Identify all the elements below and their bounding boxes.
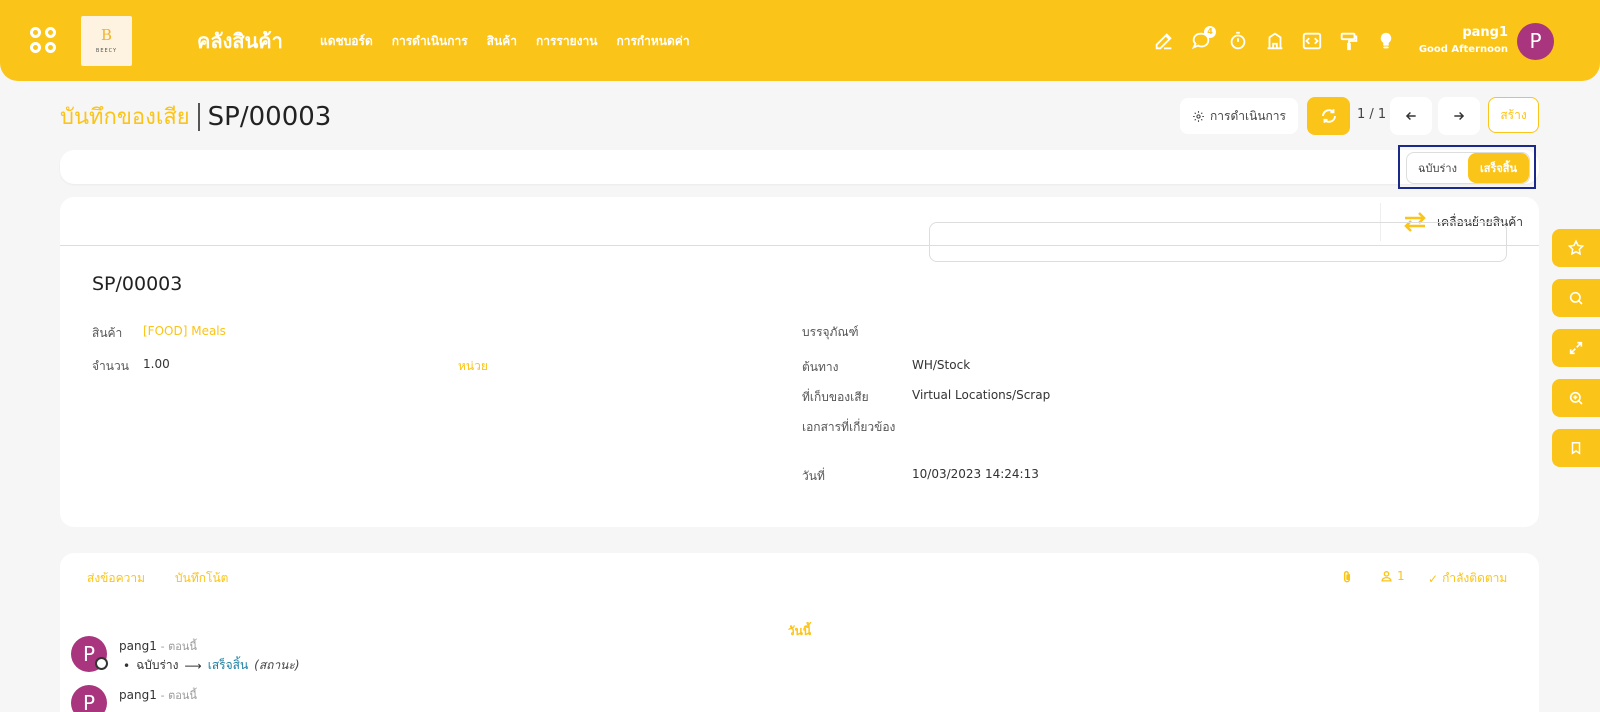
user-greeting: Good Afternoon bbox=[1418, 44, 1508, 55]
actions-button[interactable]: การดำเนินการ bbox=[1180, 98, 1298, 134]
next-button[interactable] bbox=[1438, 97, 1480, 135]
breadcrumb-current: SP/00003 bbox=[207, 101, 332, 132]
breadcrumb-parent[interactable]: บันทึกของเสีย bbox=[60, 99, 190, 134]
source-document-label: เอกสารที่เกี่ยวข้อง bbox=[802, 420, 896, 434]
nav-item-configuration[interactable]: การกำหนดค่า bbox=[616, 32, 689, 51]
apps-menu-icon[interactable] bbox=[30, 27, 58, 55]
source-document-input[interactable] bbox=[929, 222, 1507, 262]
message-header: pang1 - ตอนนี้ bbox=[119, 637, 197, 655]
edit-icon[interactable] bbox=[1153, 30, 1175, 52]
record-name: SP/00003 bbox=[92, 273, 183, 295]
unit-value[interactable]: หน่วย bbox=[458, 357, 488, 376]
zoom-button[interactable] bbox=[1552, 379, 1600, 417]
message-time: - ตอนนี้ bbox=[160, 689, 197, 702]
top-navbar: B BEECY คลังสินค้า แดชบอร์ด การดำเนินการ… bbox=[0, 0, 1600, 81]
actions-label: การดำเนินการ bbox=[1210, 108, 1286, 123]
followers-count: 1 bbox=[1397, 569, 1405, 583]
attachment-button[interactable] bbox=[1340, 569, 1354, 585]
source-location-value[interactable]: WH/Stock bbox=[912, 358, 970, 372]
code-icon[interactable] bbox=[1301, 30, 1323, 52]
create-button[interactable]: สร้าง bbox=[1488, 97, 1539, 133]
bookmark-button[interactable] bbox=[1552, 429, 1600, 467]
product-label: สินค้า bbox=[92, 326, 123, 340]
status-selector: ฉบับร่าง เสร็จสิ้น bbox=[1406, 152, 1530, 184]
message-author[interactable]: pang1 bbox=[119, 688, 157, 702]
pager-value[interactable]: 1 / 1 bbox=[1357, 107, 1386, 122]
chat-icon[interactable]: 4 bbox=[1190, 26, 1216, 52]
status-bar bbox=[60, 150, 1539, 184]
log-note-button[interactable]: บันทึกโน้ต bbox=[175, 569, 228, 588]
chat-badge: 4 bbox=[1204, 26, 1216, 38]
date-value[interactable]: 10/03/2023 14:24:13 bbox=[912, 467, 1039, 481]
breadcrumb: บันทึกของเสีย SP/00003 bbox=[60, 99, 331, 134]
previous-button[interactable] bbox=[1390, 97, 1432, 135]
nav-item-dashboard[interactable]: แดชบอร์ด bbox=[320, 32, 373, 51]
lightbulb-icon[interactable] bbox=[1375, 30, 1397, 52]
user-name[interactable]: pang1 bbox=[1462, 25, 1508, 40]
search-button[interactable] bbox=[1552, 279, 1600, 317]
new-value: เสร็จสิ้น bbox=[207, 658, 249, 672]
nav-item-products[interactable]: สินค้า bbox=[487, 32, 517, 51]
product-value[interactable]: [FOOD] Meals bbox=[143, 324, 226, 338]
package-label: บรรจุภัณฑ์ bbox=[802, 325, 859, 339]
building-icon[interactable] bbox=[1264, 30, 1286, 52]
message-author[interactable]: pang1 bbox=[119, 639, 157, 653]
old-value: ฉบับร่าง bbox=[136, 658, 179, 672]
refresh-icon bbox=[1321, 109, 1336, 123]
message-header: pang1 - ตอนนี้ bbox=[119, 686, 197, 704]
send-message-button[interactable]: ส่งข้อความ bbox=[87, 569, 145, 588]
arrow-right-icon bbox=[1454, 111, 1465, 121]
status-done[interactable]: เสร็จสิ้น bbox=[1468, 153, 1529, 183]
date-label: วันที่ bbox=[802, 469, 825, 483]
message-avatar[interactable]: P bbox=[71, 685, 107, 712]
fullscreen-button[interactable] bbox=[1552, 329, 1600, 367]
user-icon bbox=[1381, 570, 1392, 582]
logo-text: BEECY bbox=[95, 48, 118, 54]
company-logo[interactable]: B BEECY bbox=[81, 16, 132, 66]
paint-roller-icon[interactable] bbox=[1338, 30, 1360, 52]
status-draft[interactable]: ฉบับร่าง bbox=[1407, 153, 1468, 183]
quantity-value[interactable]: 1.00 bbox=[143, 357, 170, 371]
logo-letter: B bbox=[100, 26, 113, 44]
scrap-location-value[interactable]: Virtual Locations/Scrap bbox=[912, 388, 1050, 402]
following-button[interactable]: ✓ กำลังติดตาม bbox=[1428, 569, 1507, 588]
app-title[interactable]: คลังสินค้า bbox=[197, 25, 283, 57]
timer-icon[interactable] bbox=[1227, 30, 1249, 52]
search-icon bbox=[1569, 291, 1583, 305]
breadcrumb-divider bbox=[197, 102, 200, 131]
nav-item-operations[interactable]: การดำเนินการ bbox=[392, 32, 468, 51]
systray: 4 bbox=[1153, 26, 1412, 52]
following-label: กำลังติดตาม bbox=[1442, 571, 1508, 585]
gear-icon bbox=[1193, 110, 1204, 122]
presence-status-icon bbox=[95, 657, 108, 670]
arrow-right-long-icon: ⟶ bbox=[184, 658, 202, 673]
followers-button[interactable]: 1 bbox=[1380, 569, 1405, 583]
scrap-location-label: ที่เก็บของเสีย bbox=[802, 390, 869, 404]
bookmark-icon bbox=[1571, 442, 1581, 455]
expand-icon bbox=[1569, 341, 1583, 355]
tracked-field-name: (สถานะ) bbox=[254, 658, 300, 672]
paperclip-icon bbox=[1343, 571, 1351, 583]
favorite-button[interactable] bbox=[1552, 229, 1600, 267]
refresh-button[interactable] bbox=[1307, 97, 1350, 135]
arrow-left-icon bbox=[1405, 111, 1416, 121]
user-avatar[interactable]: P bbox=[1517, 23, 1554, 60]
message-time: - ตอนนี้ bbox=[160, 640, 197, 653]
main-nav: แดชบอร์ด การดำเนินการ สินค้า การรายงาน ก… bbox=[320, 32, 709, 51]
source-location-label: ต้นทาง bbox=[802, 360, 839, 374]
check-icon: ✓ bbox=[1428, 571, 1439, 586]
star-icon bbox=[1567, 239, 1585, 256]
date-separator: วันนี้ bbox=[787, 624, 812, 638]
chatter-panel: ส่งข้อความ บันทึกโน้ต 1 ✓ กำลังติดตาม วั… bbox=[60, 553, 1539, 712]
zoom-in-icon bbox=[1569, 391, 1583, 405]
bullet-icon: • bbox=[123, 658, 131, 673]
nav-item-reporting[interactable]: การรายงาน bbox=[536, 32, 597, 51]
quantity-label: จำนวน bbox=[92, 359, 129, 373]
tracking-value-line: • ฉบับร่าง ⟶ เสร็จสิ้น (สถานะ) bbox=[123, 656, 300, 675]
